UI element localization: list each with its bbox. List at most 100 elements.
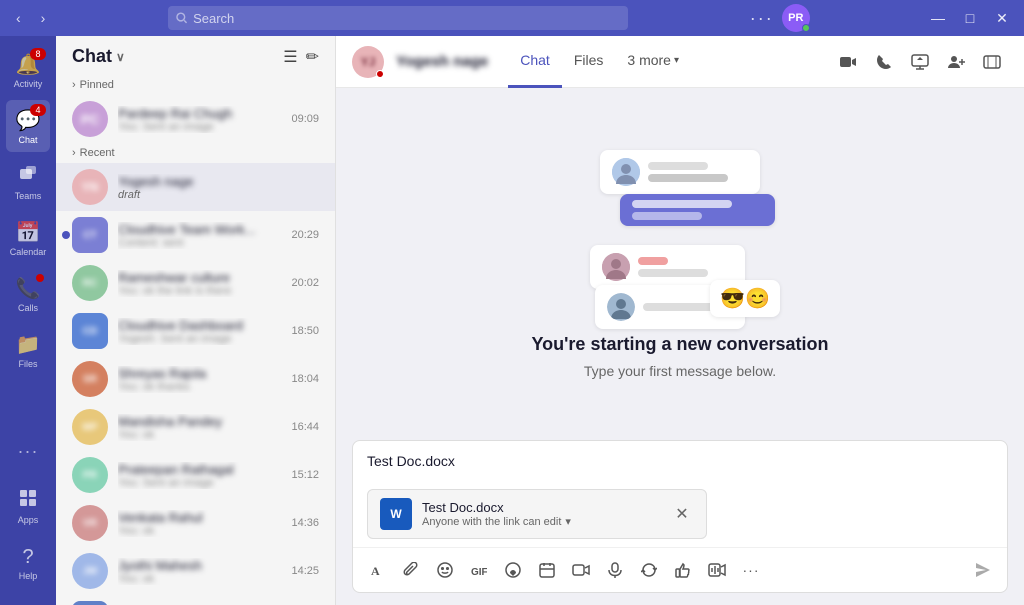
chat-name: Prateepan Rathagal bbox=[118, 462, 281, 477]
new-conversation-title: You're starting a new conversation bbox=[531, 334, 828, 355]
chat-preview: You: ok thanks bbox=[118, 381, 281, 393]
more-dropdown-icon: ▾ bbox=[674, 55, 679, 66]
contact-name: Yogesh nage bbox=[396, 53, 488, 70]
chat-list-chevron[interactable]: ∨ bbox=[116, 50, 125, 64]
praise-button[interactable] bbox=[667, 554, 699, 586]
list-item[interactable]: MP Mandisha Pandey You: ok 16:44 bbox=[56, 403, 335, 451]
compose-toolbar: A G bbox=[353, 547, 1007, 592]
attachment-name: Test Doc.docx bbox=[422, 500, 660, 515]
list-item[interactable]: PR Prateepan Rathagal You: Sent an image… bbox=[56, 451, 335, 499]
teams-icon bbox=[18, 163, 38, 189]
bubble-avatar-1 bbox=[612, 158, 640, 186]
chat-name: Pardeep Rai Chugh bbox=[118, 106, 281, 121]
list-item[interactable]: PC Pardeep Rai Chugh You: Sent an image … bbox=[56, 95, 335, 143]
chat-name: Mandisha Pandey bbox=[118, 414, 281, 429]
send-button[interactable] bbox=[967, 554, 999, 586]
avatar: YN bbox=[72, 169, 108, 205]
sidebar-item-activity[interactable]: 🔔 8 Activity bbox=[6, 44, 50, 96]
back-button[interactable]: ‹ bbox=[8, 6, 29, 30]
chat-time: 20:29 bbox=[291, 229, 319, 241]
schedule-button[interactable] bbox=[531, 554, 563, 586]
avatar: JM bbox=[72, 553, 108, 589]
chat-badge: 4 bbox=[30, 104, 46, 116]
avatar: PC bbox=[72, 101, 108, 137]
calendar-icon: 📅 bbox=[16, 220, 41, 245]
chat-time: 09:09 bbox=[291, 113, 319, 125]
sidebar-item-chat[interactable]: 💬 4 Chat bbox=[6, 100, 50, 152]
list-item[interactable]: VR Venkata Rahul You: ok 14:36 bbox=[56, 499, 335, 547]
illustration-bubble-1 bbox=[600, 150, 760, 194]
attachment-permissions: Anyone with the link can edit ▾ bbox=[422, 515, 660, 528]
minimize-button[interactable]: — bbox=[924, 4, 952, 32]
filter-icon[interactable]: ☰ bbox=[283, 47, 297, 67]
forward-button[interactable]: › bbox=[33, 6, 54, 30]
list-item[interactable]: JM Jyothi Mahesh You: ok 14:25 bbox=[56, 547, 335, 595]
sidebar-item-apps[interactable]: Apps bbox=[6, 481, 50, 533]
main-layout: 🔔 8 Activity 💬 4 Chat Teams 📅 Calendar 📞 bbox=[0, 36, 1024, 605]
sidebar-item-calls[interactable]: 📞 Calls bbox=[6, 268, 50, 320]
more-options-button[interactable] bbox=[976, 46, 1008, 78]
list-item[interactable]: CT Cloudhive Team Work... Content: sent … bbox=[56, 211, 335, 259]
tab-more[interactable]: 3 more ▾ bbox=[615, 36, 691, 88]
chat-header-avatar: YJ bbox=[352, 46, 384, 78]
chat-name: Shreyas Rajola bbox=[118, 366, 281, 381]
gif-button[interactable]: GIF bbox=[463, 554, 495, 586]
list-item[interactable]: RC Rameshwar culture You: ok the link is… bbox=[56, 259, 335, 307]
compose-icon[interactable]: ✏ bbox=[306, 47, 319, 67]
add-people-button[interactable] bbox=[940, 46, 972, 78]
bubble-avatar-4 bbox=[607, 293, 635, 321]
screen-share-button[interactable] bbox=[904, 46, 936, 78]
more-options[interactable]: ··· bbox=[742, 8, 782, 29]
permissions-dropdown-icon[interactable]: ▾ bbox=[565, 515, 571, 528]
sidebar-item-more[interactable]: ··· bbox=[6, 425, 50, 477]
emoji-button[interactable] bbox=[429, 554, 461, 586]
video-clip-button[interactable] bbox=[701, 554, 733, 586]
list-item[interactable]: YN Yogesh nage draft bbox=[56, 163, 335, 211]
loop-button[interactable] bbox=[633, 554, 665, 586]
close-button[interactable]: ✕ bbox=[988, 4, 1016, 32]
list-item[interactable]: SR Shreyas Rajola You: ok thanks 18:04 bbox=[56, 355, 335, 403]
chat-preview: You: Sent an image bbox=[118, 121, 281, 133]
chat-preview: You: ok the link is there bbox=[118, 285, 281, 297]
chat-preview: You: Sent an image bbox=[118, 477, 281, 489]
sidebar-item-calendar[interactable]: 📅 Calendar bbox=[6, 212, 50, 264]
avatar: SR bbox=[72, 361, 108, 397]
format-text-button[interactable]: A bbox=[361, 554, 393, 586]
list-item[interactable]: CD Cloudhive Dashboard Yogesh: Sent an i… bbox=[56, 307, 335, 355]
chat-time: 14:25 bbox=[291, 565, 319, 577]
window-controls: — □ ✕ bbox=[924, 4, 1016, 32]
profile-avatar[interactable]: PR bbox=[782, 4, 810, 32]
list-item[interactable]: IM Internal Meeting Mahesh: 11 Joining y… bbox=[56, 595, 335, 605]
chat-list-header: Chat ∨ ☰ ✏ bbox=[56, 36, 335, 75]
compose-text-input[interactable]: Test Doc.docx bbox=[353, 441, 1007, 485]
more-toolbar-button[interactable]: ··· bbox=[735, 554, 767, 586]
search-input[interactable] bbox=[193, 11, 619, 26]
more-apps-icon: ··· bbox=[18, 441, 39, 462]
sidebar-item-teams[interactable]: Teams bbox=[6, 156, 50, 208]
sidebar: 🔔 8 Activity 💬 4 Chat Teams 📅 Calendar 📞 bbox=[0, 36, 56, 605]
illustration-bubble-2 bbox=[620, 194, 775, 226]
meet-button[interactable] bbox=[565, 554, 597, 586]
chat-name: Cloudhive Dashboard bbox=[118, 318, 281, 333]
avatar: CT bbox=[72, 217, 108, 253]
sticker-button[interactable] bbox=[497, 554, 529, 586]
calls-dot bbox=[36, 274, 44, 282]
video-call-button[interactable] bbox=[832, 46, 864, 78]
tab-files[interactable]: Files bbox=[562, 36, 616, 88]
sidebar-item-files[interactable]: 📁 Files bbox=[6, 324, 50, 376]
chat-preview: Content: sent bbox=[118, 237, 281, 249]
help-icon: ? bbox=[22, 546, 33, 569]
chat-list-panel: Chat ∨ ☰ ✏ ›Pinned PC Pardeep Rai Chugh … bbox=[56, 36, 336, 605]
search-bar[interactable] bbox=[168, 6, 628, 30]
maximize-button[interactable]: □ bbox=[956, 4, 984, 32]
audio-call-button[interactable] bbox=[868, 46, 900, 78]
titlebar-nav: ‹ › bbox=[8, 6, 53, 30]
chat-item-info: Cloudhive Team Work... Content: sent bbox=[118, 222, 281, 249]
sidebar-item-help[interactable]: ? Help bbox=[6, 537, 50, 589]
attach-button[interactable] bbox=[395, 554, 427, 586]
chat-header-tabs: Chat Files 3 more ▾ bbox=[508, 36, 691, 88]
attachment-remove-button[interactable]: ✕ bbox=[670, 502, 694, 526]
audio-message-button[interactable] bbox=[599, 554, 631, 586]
chat-messages-area: 😎😊 You're starting a new conversation Ty… bbox=[336, 88, 1024, 440]
tab-chat[interactable]: Chat bbox=[508, 36, 562, 88]
